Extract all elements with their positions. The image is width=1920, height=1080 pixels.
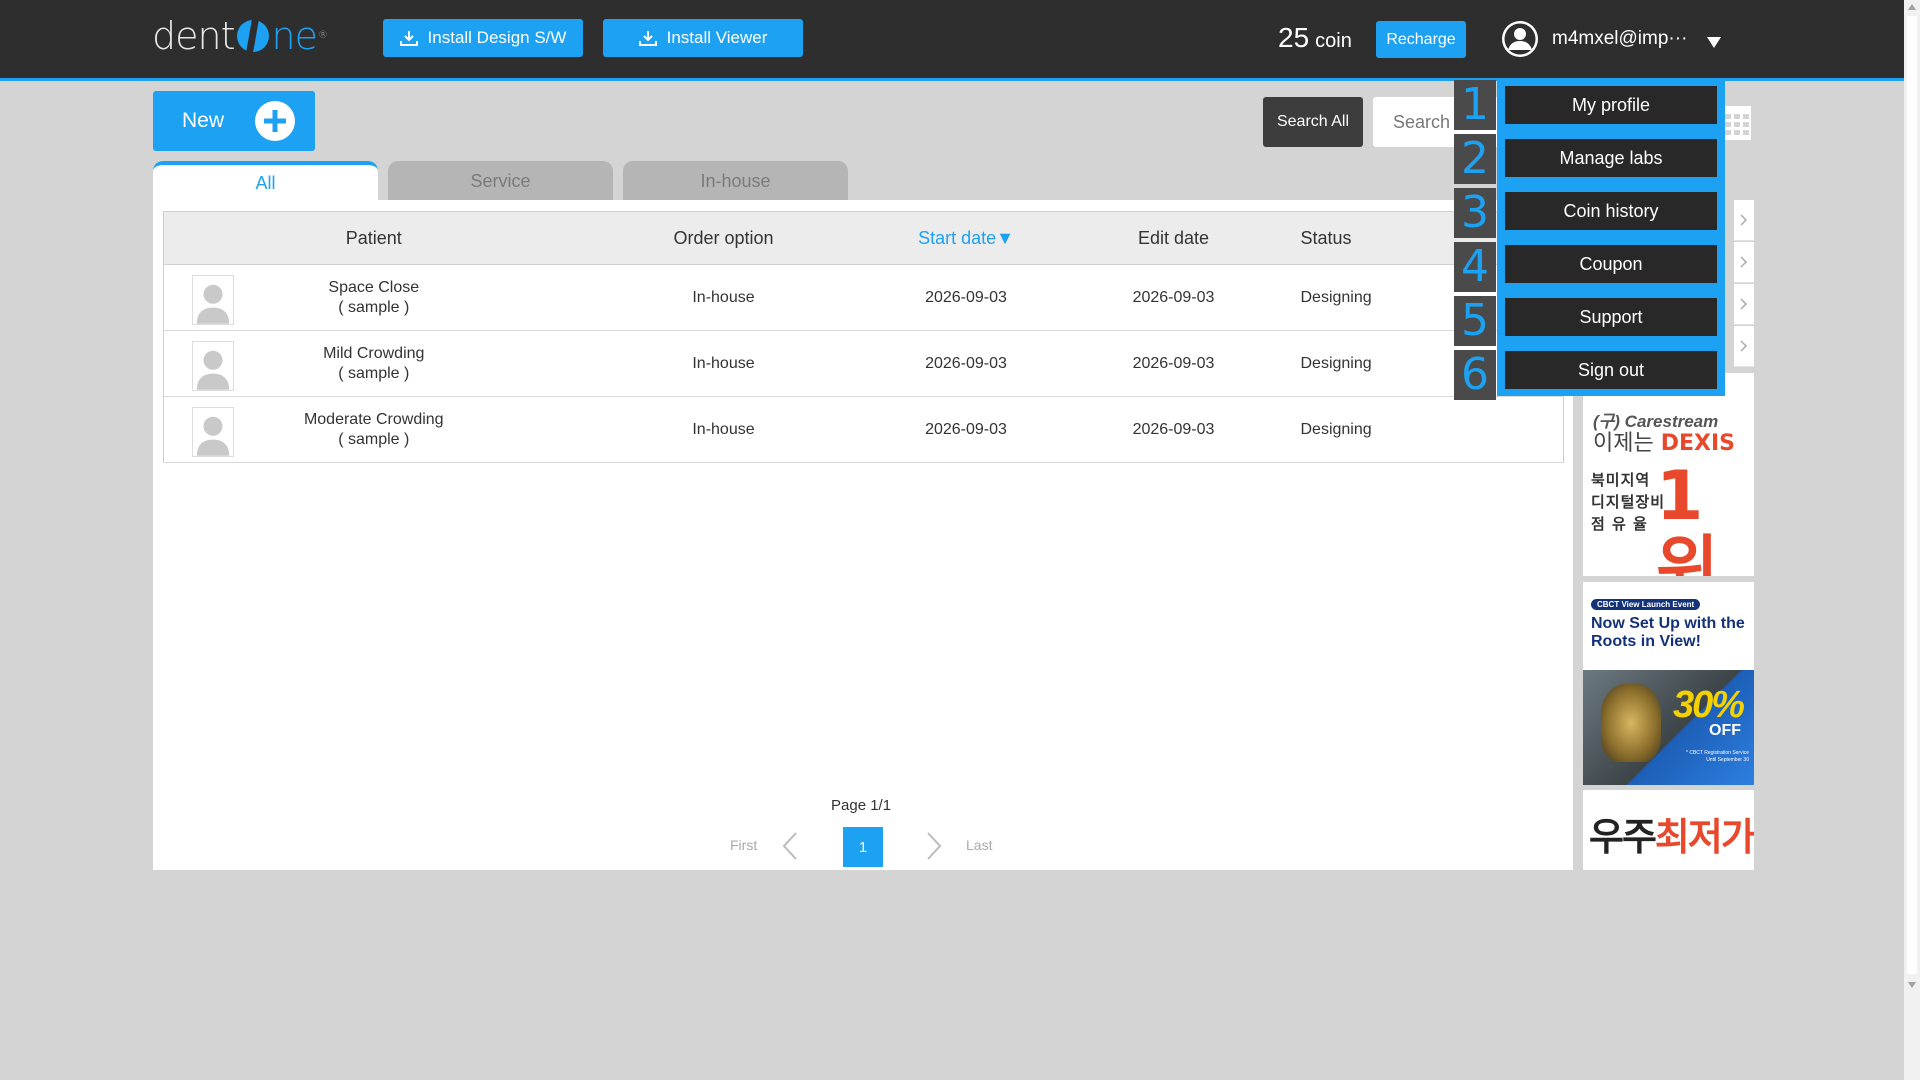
menu-item-coupon[interactable]: Coupon: [1505, 245, 1717, 283]
patient-avatar-icon: [192, 275, 234, 325]
chevron-right-icon: [1740, 298, 1748, 310]
order-option-cell: In-house: [583, 396, 864, 463]
recharge-button[interactable]: Recharge: [1376, 21, 1466, 58]
side-expand-2[interactable]: [1734, 242, 1754, 283]
user-dropdown-menu: My profile Manage labs Coin history Coup…: [1497, 78, 1725, 396]
user-email: m4mxel@imp···: [1552, 28, 1688, 49]
ad-visual: 30% OFF * CBCT Registration Service Unti…: [1583, 670, 1754, 785]
install-viewer-button[interactable]: Install Viewer: [603, 19, 803, 57]
side-expand-1[interactable]: [1734, 200, 1754, 241]
tab-service[interactable]: Service: [388, 161, 613, 201]
new-order-button[interactable]: New: [153, 91, 315, 151]
download-icon: [638, 31, 657, 46]
edit-date-cell: 2026-09-03: [1068, 396, 1279, 463]
dentone-logo[interactable]: dent ne ®: [152, 14, 328, 58]
ad-banner-dexis[interactable]: (구) Carestream 이제는 DEXIS 북미지역 디지털장비 점 유 …: [1583, 373, 1754, 576]
scroll-thumb[interactable]: [1907, 16, 1917, 974]
col-header-edit-date[interactable]: Edit date: [1068, 211, 1279, 265]
ad-banner-cbct[interactable]: CBCT View Launch Event Now Set Up with t…: [1583, 582, 1754, 785]
table-row[interactable]: Moderate Crowding ( sample ) In-house 20…: [163, 396, 1564, 463]
plus-circle-icon: [255, 101, 295, 141]
col-header-patient[interactable]: Patient: [163, 211, 584, 265]
menu-item-sign-out[interactable]: Sign out: [1505, 351, 1717, 389]
menu-item-support[interactable]: Support: [1505, 298, 1717, 336]
caret-down-icon[interactable]: [1706, 36, 1722, 49]
ad-banner-lowest-price[interactable]: 우주최저가: [1583, 790, 1754, 870]
skull-image: [1601, 684, 1661, 762]
edit-date-cell: 2026-09-03: [1068, 330, 1279, 397]
page-scrollbar[interactable]: [1904, 0, 1920, 1080]
menu-item-my-profile[interactable]: My profile: [1505, 86, 1717, 124]
side-expand-4[interactable]: [1734, 326, 1754, 367]
user-menu-toggle[interactable]: m4mxel@imp···: [1500, 18, 1687, 60]
chevron-right-icon: [1740, 340, 1748, 352]
menu-item-coin-history[interactable]: Coin history: [1505, 192, 1717, 230]
orders-table: Patient Order option Start date▼ Edit da…: [163, 211, 1564, 463]
patient-cell: Space Close ( sample ): [163, 264, 584, 331]
start-date-cell: 2026-09-03: [863, 264, 1069, 331]
col-header-start-date[interactable]: Start date▼: [863, 211, 1069, 265]
pagination-first[interactable]: First: [730, 837, 757, 853]
chevron-right-icon[interactable]: [924, 831, 944, 861]
page-indicator: Page 1/1: [831, 797, 892, 814]
side-expand-3[interactable]: [1734, 284, 1754, 325]
pagination-last[interactable]: Last: [966, 837, 992, 853]
tab-all[interactable]: All: [153, 161, 378, 201]
chevron-right-icon: [1740, 214, 1748, 226]
start-date-cell: 2026-09-03: [863, 396, 1069, 463]
patient-avatar-icon: [192, 407, 234, 457]
tab-in-house[interactable]: In-house: [623, 161, 848, 201]
pagination-page-1[interactable]: 1: [843, 827, 883, 867]
calendar-icon[interactable]: [1722, 100, 1752, 142]
table-header-row: Patient Order option Start date▼ Edit da…: [163, 211, 1564, 265]
menu-number-badge: 3: [1454, 188, 1496, 238]
chevron-left-icon[interactable]: [780, 831, 800, 861]
patient-avatar-icon: [192, 341, 234, 391]
edit-date-cell: 2026-09-03: [1068, 264, 1279, 331]
table-row[interactable]: Mild Crowding ( sample ) In-house 2026-0…: [163, 330, 1564, 397]
menu-number-badge: 1: [1454, 80, 1496, 130]
search-all-button[interactable]: Search All: [1263, 97, 1363, 147]
order-option-cell: In-house: [583, 264, 864, 331]
menu-number-badge: 4: [1454, 242, 1496, 292]
top-header: dent ne ® Install Design S/W Install Vie…: [0, 0, 1904, 81]
col-header-order-option[interactable]: Order option: [583, 211, 864, 265]
menu-number-badge: 2: [1454, 134, 1496, 184]
scroll-up-arrow-icon[interactable]: [1908, 4, 1916, 10]
scroll-down-arrow-icon[interactable]: [1908, 982, 1916, 988]
install-design-sw-button[interactable]: Install Design S/W: [383, 19, 583, 57]
menu-number-badge: 6: [1454, 350, 1496, 400]
coin-balance: 25 coin: [1278, 22, 1352, 53]
user-avatar-icon: [1502, 21, 1538, 57]
menu-item-manage-labs[interactable]: Manage labs: [1505, 139, 1717, 177]
status-cell: Designing: [1278, 396, 1564, 463]
order-option-cell: In-house: [583, 330, 864, 397]
chevron-right-icon: [1740, 256, 1748, 268]
logo-o-mark: [237, 20, 270, 52]
download-icon: [399, 31, 418, 46]
start-date-cell: 2026-09-03: [863, 330, 1069, 397]
menu-number-badge: 5: [1454, 296, 1496, 346]
patient-cell: Moderate Crowding ( sample ): [163, 396, 584, 463]
table-row[interactable]: Space Close ( sample ) In-house 2026-09-…: [163, 264, 1564, 331]
patient-cell: Mild Crowding ( sample ): [163, 330, 584, 397]
